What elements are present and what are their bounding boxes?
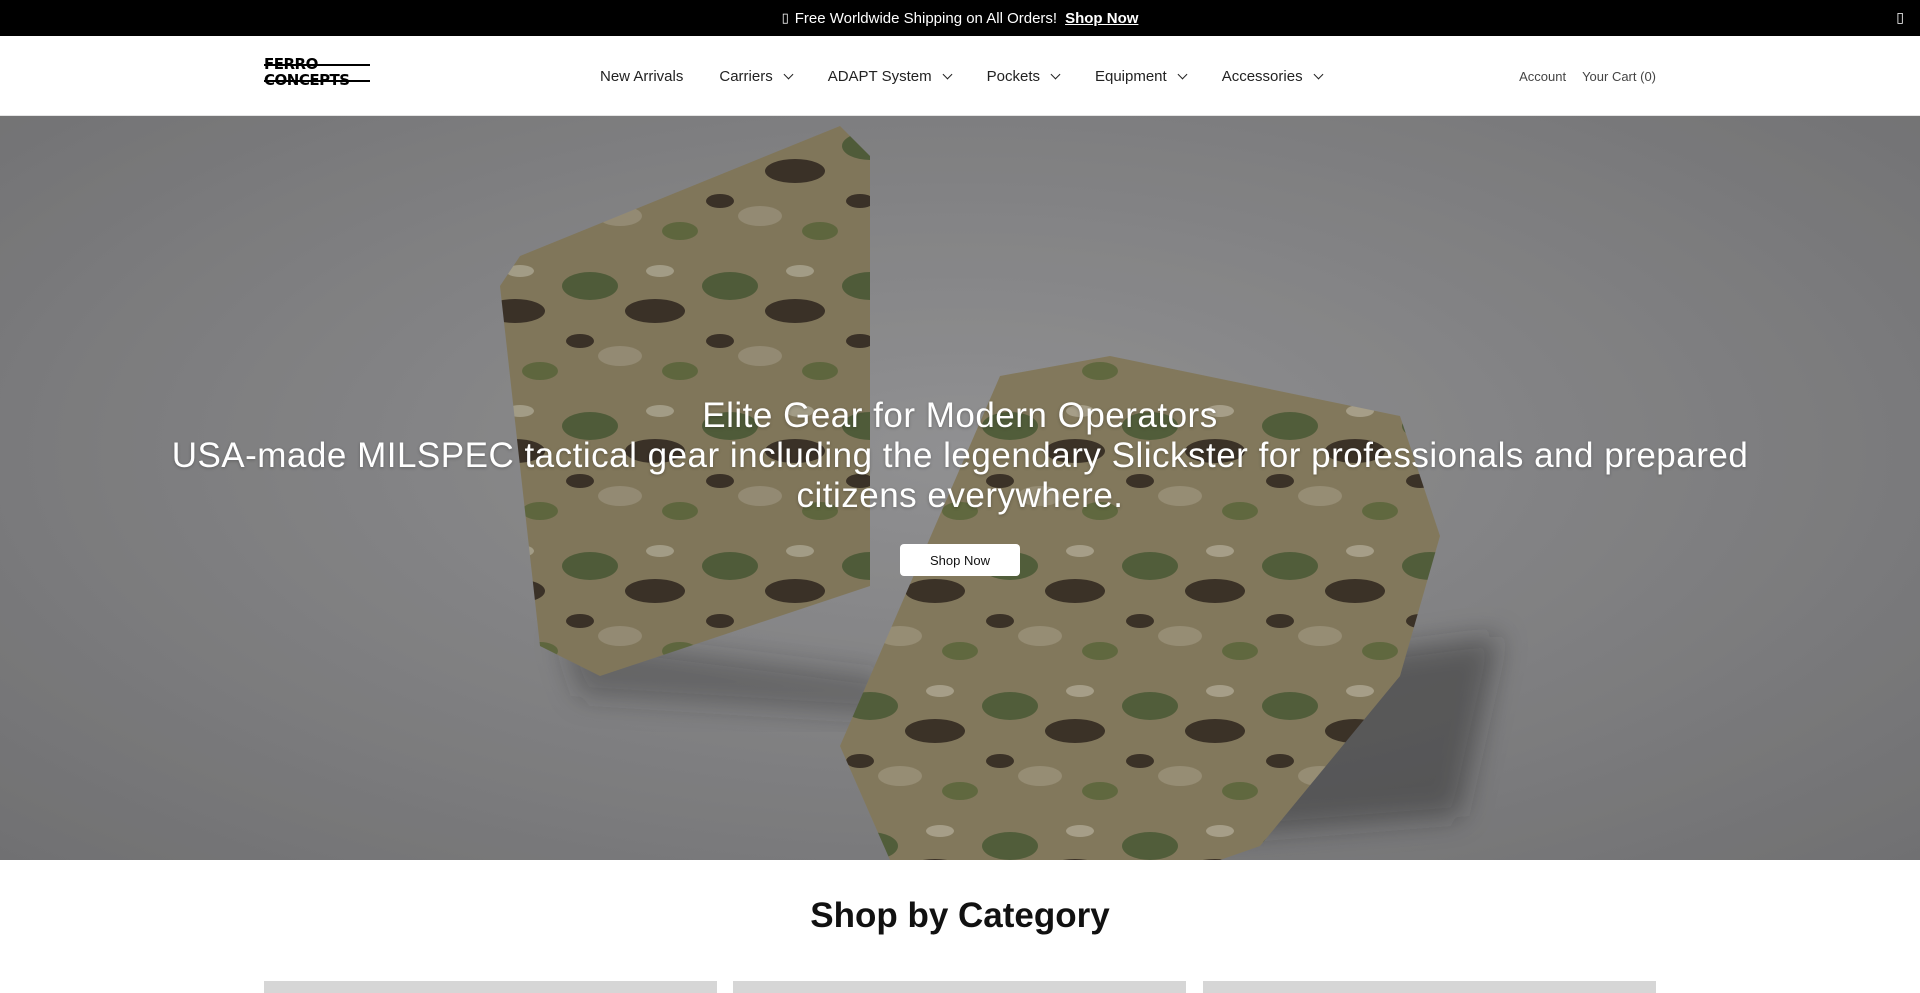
close-icon[interactable]: ▯ (1896, 9, 1904, 26)
logo[interactable]: FERRO CONCEPTS (264, 56, 370, 92)
logo-line-2: CONCEPTS (264, 72, 370, 88)
chevron-down-icon (942, 69, 953, 79)
category-card[interactable] (264, 981, 717, 993)
hero-title: Elite Gear for Modern Operators (702, 396, 1218, 435)
chevron-down-icon (1313, 69, 1324, 79)
announcement-shop-now-link[interactable]: Shop Now (1065, 10, 1138, 27)
nav-item-pockets[interactable]: Pockets (986, 67, 1061, 85)
nav-label: Pockets (986, 67, 1040, 85)
nav-item-carriers[interactable]: Carriers (719, 67, 794, 85)
hero-subtitle: USA-made MILSPEC tactical gear including… (171, 436, 1749, 515)
category-section-title: Shop by Category (810, 896, 1110, 935)
nav-label: Accessories (1221, 67, 1303, 85)
megaphone-icon: ▯ (781, 10, 789, 25)
chevron-down-icon (1050, 69, 1061, 79)
header-actions: Account Your Cart (0) (1503, 36, 1656, 116)
site-header: FERRO CONCEPTS New Arrivals Carriers ADA… (0, 36, 1920, 116)
nav-item-adapt-system[interactable]: ADAPT System (827, 67, 953, 85)
announcement-text: Free Worldwide Shipping on All Orders! (794, 9, 1058, 27)
nav-label: New Arrivals (600, 67, 684, 85)
nav-label: Equipment (1094, 67, 1167, 85)
cart-link[interactable]: Your Cart (0) (1582, 69, 1656, 84)
chevron-down-icon (1177, 69, 1188, 79)
hero-shop-now-button[interactable]: Shop Now (900, 544, 1020, 576)
account-link[interactable]: Account (1519, 69, 1566, 84)
chevron-down-icon (783, 69, 794, 79)
nav-item-new-arrivals[interactable]: New Arrivals (600, 68, 683, 85)
category-card[interactable] (1203, 981, 1656, 993)
hero-banner: Elite Gear for Modern Operators USA-made… (0, 116, 1920, 860)
nav-item-accessories[interactable]: Accessories (1221, 67, 1324, 85)
logo-line-1: FERRO (264, 56, 370, 72)
main-nav: New Arrivals Carriers ADAPT System Pocke… (600, 36, 1358, 116)
announcement-bar: ▯ Free Worldwide Shipping on All Orders!… (0, 0, 1920, 36)
nav-label: Carriers (719, 67, 773, 85)
hero-text: Elite Gear for Modern Operators USA-made… (0, 396, 1920, 516)
category-card[interactable] (733, 981, 1186, 993)
nav-item-equipment[interactable]: Equipment (1094, 67, 1188, 85)
nav-label: ADAPT System (827, 67, 932, 85)
